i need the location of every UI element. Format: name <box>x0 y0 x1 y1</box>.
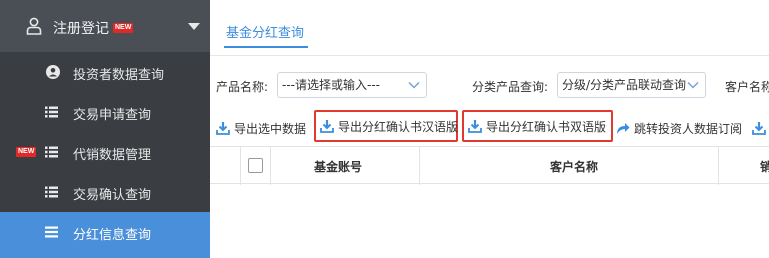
sidebar-item-dividend-info[interactable]: 分红信息查询 <box>0 212 210 258</box>
export-bilingual-button[interactable]: 导出分红确认书双语版 <box>462 110 613 142</box>
tab-fund-dividend[interactable]: 基金分红查询 <box>226 22 304 41</box>
table-header: 基金账号 客户名称 销 <box>210 146 769 185</box>
sidebar-item-label: 分红信息查询 <box>73 228 152 243</box>
product-select-value: ---请选择或输入--- <box>282 78 380 92</box>
sidebar-item-investor-data[interactable]: 投资者数据查询 <box>0 52 210 92</box>
sidebar-item-label: 投资者数据查询 <box>73 68 165 83</box>
column-header-sales[interactable]: 销 <box>760 158 769 175</box>
product-select[interactable]: ---请选择或输入--- <box>277 72 427 98</box>
column-divider <box>270 147 271 185</box>
jump-subscription-button[interactable]: 跳转投资人数据订阅 <box>616 116 742 140</box>
sidebar-item-label: 交易确认查询 <box>73 188 152 203</box>
menu-icon <box>45 226 58 238</box>
export-selected-button[interactable]: 导出选中数据 <box>216 116 306 140</box>
list-icon <box>45 146 58 158</box>
download-icon <box>468 120 482 133</box>
download-icon <box>752 122 766 135</box>
new-badge: NEW <box>113 23 134 33</box>
tab-bar: 基金分红查询 <box>210 0 769 56</box>
sidebar-group-label: 注册登记 <box>53 21 109 37</box>
user-circle-icon <box>46 65 60 79</box>
customer-name-label: 客户名称 <box>725 80 769 94</box>
category-select-value: 分级/分类产品联动查询 <box>562 78 687 92</box>
sidebar-item-trade-application[interactable]: 交易申请查询 <box>0 92 210 132</box>
list-icon <box>45 106 58 118</box>
list-icon <box>45 186 58 198</box>
download-icon <box>216 122 230 135</box>
filter-row: 产品名称: ---请选择或输入--- 分类产品查询: 分级/分类产品联动查询 客… <box>210 70 769 100</box>
chevron-down-icon <box>408 81 420 89</box>
category-label: 分类产品查询: <box>472 80 549 94</box>
column-divider <box>240 147 241 185</box>
jump-subscription-label: 跳转投资人数据订阅 <box>634 121 743 136</box>
column-header-customer-name[interactable]: 客户名称 <box>550 158 598 175</box>
tab-active-indicator <box>224 46 308 48</box>
category-select[interactable]: 分级/分类产品联动查询 <box>557 72 706 98</box>
sidebar-item-label: 交易申请查询 <box>73 108 152 123</box>
sidebar-group-registration[interactable]: 注册登记 NEW <box>0 0 210 52</box>
chevron-down-icon <box>687 81 699 89</box>
export-cn-label: 导出分红确认书汉语版 <box>338 119 459 134</box>
download-icon <box>320 120 334 133</box>
column-header-fund-account[interactable]: 基金账号 <box>314 158 362 175</box>
sidebar-item-trade-confirmation[interactable]: 交易确认查询 <box>0 172 210 212</box>
sidebar-item-agency-data[interactable]: NEW 代销数据管理 <box>0 132 210 172</box>
sidebar-item-label: 代销数据管理 <box>73 148 152 163</box>
export-bilingual-label: 导出分红确认书双语版 <box>486 119 607 134</box>
main-content: 基金分红查询 产品名称: ---请选择或输入--- 分类产品查询: 分级/分类产… <box>210 0 769 258</box>
column-divider <box>718 147 719 185</box>
caret-down-icon[interactable] <box>188 23 200 30</box>
export-cn-button[interactable]: 导出分红确认书汉语版 <box>314 110 458 142</box>
export-selected-label: 导出选中数据 <box>234 121 307 136</box>
share-arrow-icon <box>617 123 630 134</box>
sidebar: 注册登记 NEW 投资者数据查询 交易申请查询 NEW 代销数据管理 交易确认查… <box>0 0 210 258</box>
more-export-button[interactable] <box>752 116 769 140</box>
new-badge: NEW <box>16 147 37 157</box>
app-root: 注册登记 NEW 投资者数据查询 交易申请查询 NEW 代销数据管理 交易确认查… <box>0 0 769 258</box>
product-name-label: 产品名称: <box>216 80 269 94</box>
toolbar: 导出选中数据 导出分红确认书汉语版 导出分红确认书双语版 跳转投资人数据订阅 <box>210 110 769 142</box>
user-icon <box>26 17 42 35</box>
select-all-checkbox[interactable] <box>248 158 263 173</box>
column-divider <box>419 147 420 185</box>
